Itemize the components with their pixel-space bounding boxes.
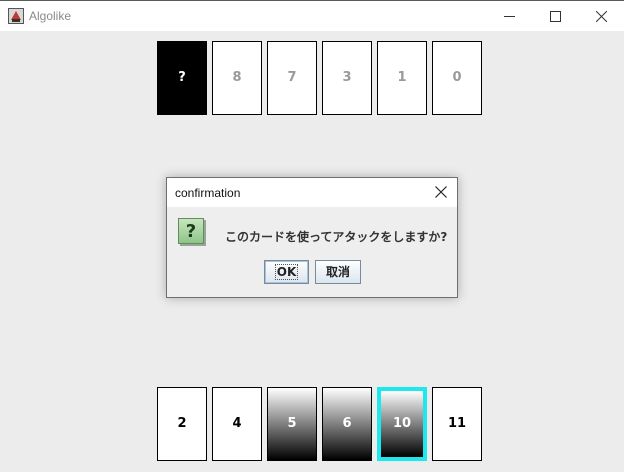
card-label: 8 bbox=[232, 70, 242, 85]
close-icon bbox=[435, 186, 447, 198]
maximize-button[interactable] bbox=[532, 1, 578, 31]
card-label: 1 bbox=[397, 70, 407, 85]
player-card[interactable]: 10 bbox=[377, 387, 427, 461]
opponent-card[interactable]: ? bbox=[157, 41, 207, 115]
maximize-icon bbox=[550, 11, 561, 22]
card-label: 5 bbox=[287, 416, 297, 431]
player-card[interactable]: 6 bbox=[322, 387, 372, 461]
card-label: 3 bbox=[342, 70, 352, 85]
player-card[interactable]: 5 bbox=[267, 387, 317, 461]
dialog-title: confirmation bbox=[175, 186, 241, 200]
confirmation-dialog: confirmation ? このカードを使ってアタックをしますか? OK 取消 bbox=[166, 177, 458, 298]
opponent-card[interactable]: 1 bbox=[377, 41, 427, 115]
minimize-icon bbox=[504, 16, 515, 17]
card-label: 0 bbox=[452, 70, 462, 85]
card-label: 4 bbox=[232, 416, 242, 431]
player-card[interactable]: 11 bbox=[432, 387, 482, 461]
player-card[interactable]: 2 bbox=[157, 387, 207, 461]
ok-button-label: OK bbox=[274, 264, 299, 280]
minimize-button[interactable] bbox=[486, 1, 532, 31]
dialog-message: このカードを使ってアタックをしますか? bbox=[225, 230, 448, 244]
close-button[interactable] bbox=[578, 1, 624, 31]
question-icon-glyph: ? bbox=[185, 221, 197, 242]
close-icon bbox=[596, 11, 607, 22]
player-card[interactable]: 4 bbox=[212, 387, 262, 461]
dialog-titlebar: confirmation bbox=[167, 178, 457, 207]
opponent-card[interactable]: 8 bbox=[212, 41, 262, 115]
opponent-card[interactable]: 7 bbox=[267, 41, 317, 115]
window-title: Algolike bbox=[29, 9, 72, 23]
opponent-card[interactable]: 0 bbox=[432, 41, 482, 115]
card-label: 2 bbox=[177, 416, 187, 431]
card-label: 7 bbox=[287, 70, 297, 85]
card-label: 10 bbox=[392, 416, 412, 431]
cancel-button[interactable]: 取消 bbox=[315, 260, 361, 284]
opponent-card[interactable]: 3 bbox=[322, 41, 372, 115]
window-titlebar: Algolike bbox=[0, 0, 624, 31]
card-label: 6 bbox=[342, 416, 352, 431]
card-label: 11 bbox=[447, 416, 467, 431]
algolike-app-icon bbox=[8, 8, 24, 24]
ok-button[interactable]: OK bbox=[264, 260, 309, 284]
question-icon: ? bbox=[178, 218, 204, 244]
dialog-close-button[interactable] bbox=[429, 181, 453, 203]
card-label: ? bbox=[178, 70, 186, 85]
